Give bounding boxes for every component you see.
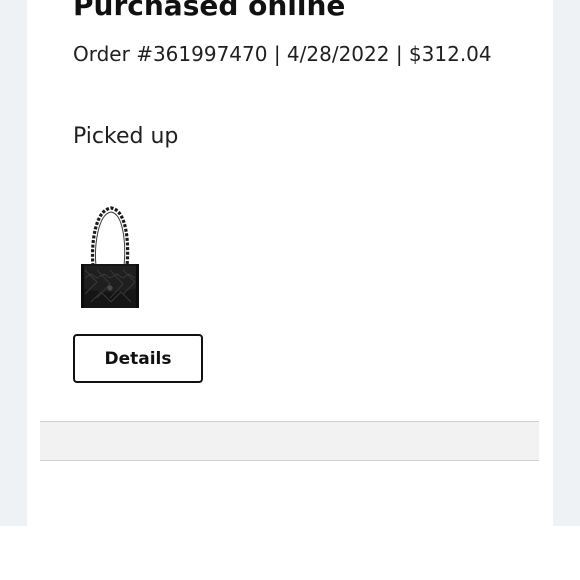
order-card: Purchased online Order #361997470 | 4/28… xyxy=(27,0,553,526)
quilted-shoulder-bag-icon xyxy=(81,206,139,308)
details-button[interactable]: Details xyxy=(73,334,203,383)
order-status: Picked up xyxy=(73,124,179,149)
order-meta: Order #361997470 | 4/28/2022 | $312.04 xyxy=(73,42,492,66)
product-image[interactable] xyxy=(77,204,143,310)
section-divider-band xyxy=(40,421,539,461)
order-title: Purchased online xyxy=(73,0,346,22)
